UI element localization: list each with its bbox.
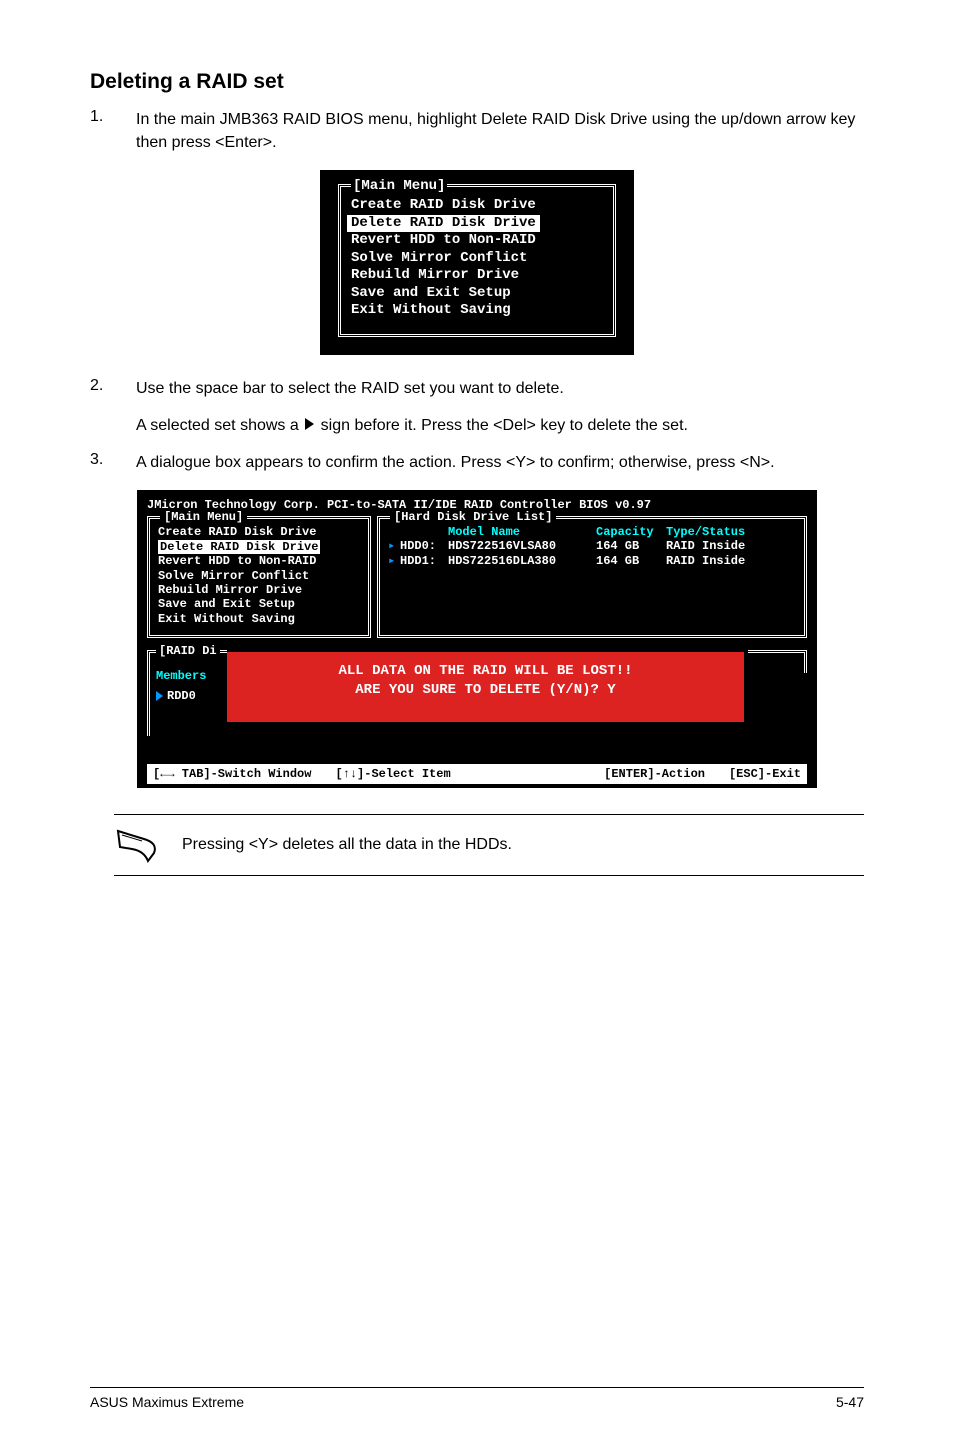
triangle-icon [305,418,314,430]
menu-item: Exit Without Saving [351,302,603,320]
footer-tab-hint: [←→ TAB]-Switch Window [153,767,311,781]
bios-hdd-list-title: [Hard Disk Drive List] [390,510,556,524]
alert-line-1: ALL DATA ON THE RAID WILL BE LOST!! [233,662,738,681]
bios-screenshot: JMicron Technology Corp. PCI-to-SATA II/… [137,490,817,788]
bios-menu-item: Exit Without Saving [158,612,360,626]
step-text-1: In the main JMB363 RAID BIOS menu, highl… [136,108,864,154]
bios-menu-item: Solve Mirror Conflict [158,569,360,583]
hdd-header-model: Model Name [448,525,596,539]
bios-alert-dialog: ALL DATA ON THE RAID WILL BE LOST!! ARE … [227,650,744,722]
bios-rdd0: RDD0 [167,689,196,703]
menu-item-selected: Delete RAID Disk Drive [351,215,603,233]
triangle-icon [156,691,163,701]
footer-action-hint: [ENTER]-Action [604,767,705,781]
bios-raid-pane: [RAID Di Members RDD0 [147,650,227,736]
step-number-2: 2. [90,377,136,400]
bios-footer-bar: [←→ TAB]-Switch Window [↑↓]-Select Item … [147,764,807,784]
main-menu-screenshot: [Main Menu] Create RAID Disk Drive Delet… [320,170,634,355]
note-icon [114,827,162,863]
section-heading: Deleting a RAID set [90,70,864,94]
menu-item: Revert HDD to Non-RAID [351,232,603,250]
step-2-continuation: A selected set shows a sign before it. P… [136,414,864,437]
footer-select-hint: [↑↓]-Select Item [335,767,450,781]
footer-exit-hint: [ESC]-Exit [729,767,801,781]
note-row: Pressing <Y> deletes all the data in the… [114,814,864,876]
step-text-3: A dialogue box appears to confirm the ac… [136,451,864,474]
menu-item: Solve Mirror Conflict [351,250,603,268]
bios-hdd-list-pane: [Hard Disk Drive List] Model Name Capaci… [377,516,807,638]
bios-right-border-fragment [748,650,807,673]
bios-menu-item: Create RAID Disk Drive [158,525,360,539]
footer-right: 5-47 [836,1394,864,1410]
main-menu-title: [Main Menu] [351,178,447,194]
step-text-2: Use the space bar to select the RAID set… [136,377,864,400]
bios-main-menu-pane: [Main Menu] Create RAID Disk Drive Delet… [147,516,371,638]
bios-raid-title: [RAID Di [156,644,220,658]
bios-menu-item: Revert HDD to Non-RAID [158,554,360,568]
step-number-3: 3. [90,451,136,474]
hdd-row: ▸ HDD0: HDS722516VLSA80 164 GB RAID Insi… [388,539,796,554]
hdd-row: ▸ HDD1: HDS722516DLA380 164 GB RAID Insi… [388,554,796,569]
menu-item: Rebuild Mirror Drive [351,267,603,285]
menu-item: Create RAID Disk Drive [351,197,603,215]
bios-main-menu-title: [Main Menu] [160,510,247,524]
note-text: Pressing <Y> deletes all the data in the… [182,836,512,854]
step-number-1: 1. [90,108,136,154]
bios-members-label: Members [156,669,227,683]
menu-item: Save and Exit Setup [351,285,603,303]
alert-line-2: ARE YOU SURE TO DELETE (Y/N)? Y [233,681,738,700]
bios-menu-item-selected: Delete RAID Disk Drive [158,540,360,554]
footer-left: ASUS Maximus Extreme [90,1394,244,1410]
bios-menu-item: Rebuild Mirror Drive [158,583,360,597]
hdd-header-type: Type/Status [666,525,796,539]
hdd-header-capacity: Capacity [596,525,666,539]
bios-menu-item: Save and Exit Setup [158,597,360,611]
